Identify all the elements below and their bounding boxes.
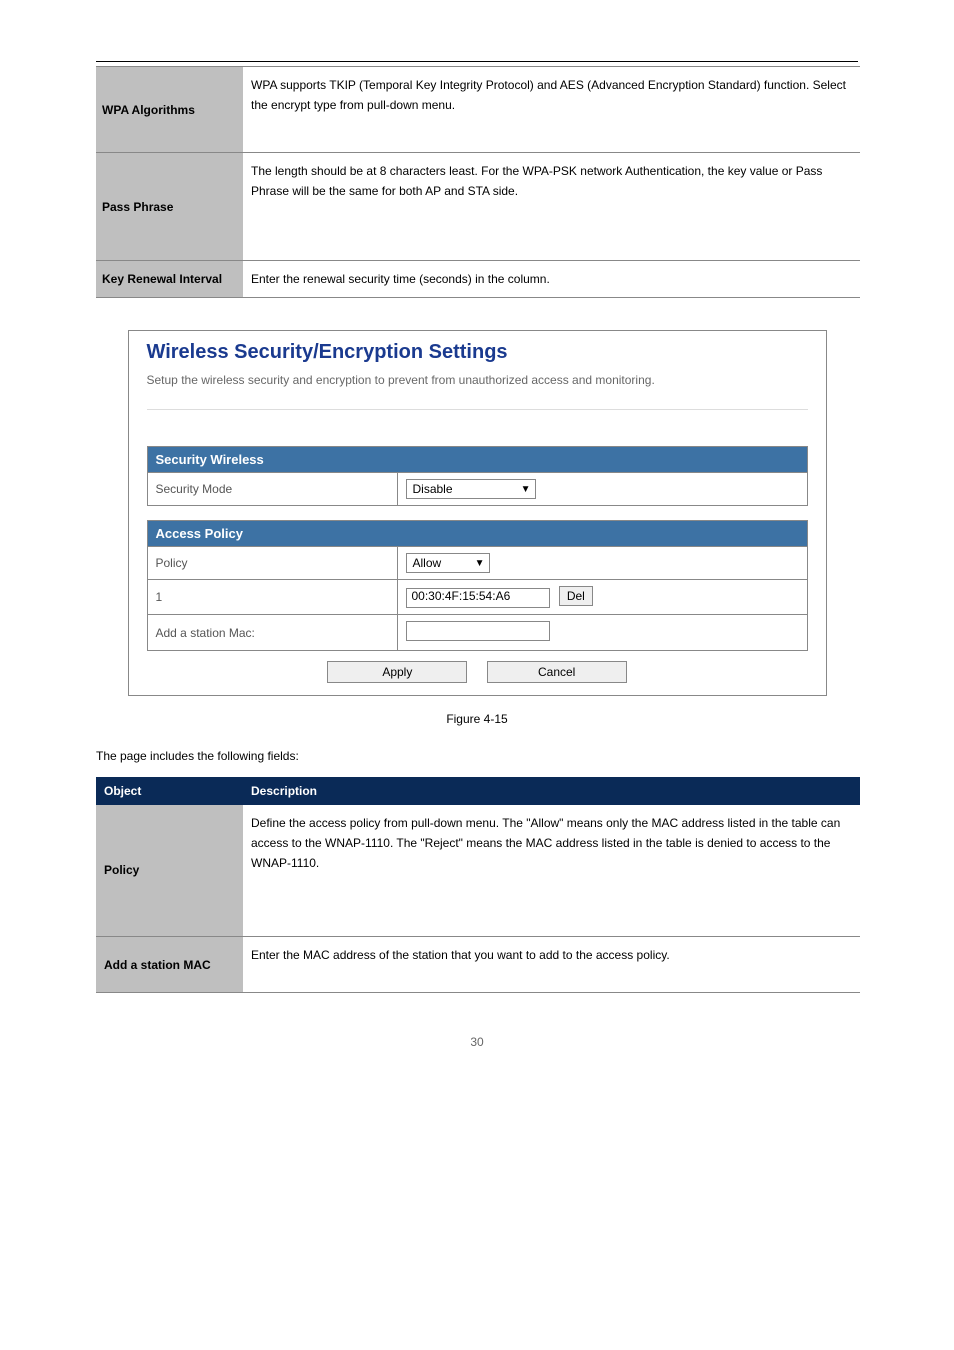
obj-row-policy: Policy Define the access policy from pul… [96,805,860,937]
settings-screenshot: Wireless Security/Encryption Settings Se… [128,330,827,696]
apply-button[interactable]: Apply [327,661,467,683]
desc-row-key-renewal: Key Renewal Interval Enter the renewal s… [96,261,860,298]
page-number: 30 [0,1035,954,1049]
row-security-mode: Security Mode Disable ▼ [147,473,807,506]
top-description-table: WPA Algorithms WPA supports TKIP (Tempor… [96,66,860,298]
row-policy: Policy Allow ▼ [147,547,807,580]
button-row: Apply Cancel [147,661,808,683]
obj-desc: Define the access policy from pull-down … [243,805,860,937]
select-value: Disable [413,482,453,496]
page-header [96,0,858,62]
add-mac-label: Add a station Mac: [147,615,397,651]
desc-label: WPA Algorithms [102,103,195,117]
obj-header-object: Object [96,777,243,805]
row-mac-entry: 1 00:30:4F:15:54:A6 Del [147,580,807,615]
settings-panel: Wireless Security/Encryption Settings Se… [128,330,827,696]
object-description-table: Object Description Policy Define the acc… [96,777,860,994]
row-add-mac: Add a station Mac: [147,615,807,651]
desc-label: Key Renewal Interval [102,272,222,286]
mac-index-label: 1 [147,580,397,615]
access-table: Policy Allow ▼ 1 00:30:4F:15:54:A6 Del A… [147,547,808,651]
security-table: Security Mode Disable ▼ [147,473,808,506]
figure-caption: Figure 4-15 [0,712,954,726]
delete-button[interactable]: Del [559,586,593,606]
chevron-down-icon: ▼ [521,484,531,495]
obj-table-header: Object Description [96,777,860,805]
policy-select[interactable]: Allow ▼ [406,553,490,573]
section-header-security: Security Wireless [147,446,808,473]
obj-label: Policy [96,805,243,937]
mac-address-value: 00:30:4F:15:54:A6 [406,588,550,608]
obj-label: Add a station MAC [96,937,243,993]
panel-title: Wireless Security/Encryption Settings [147,341,808,364]
cancel-button[interactable]: Cancel [487,661,627,683]
security-mode-select[interactable]: Disable ▼ [406,479,536,499]
desc-text: Enter the renewal security time (seconds… [251,269,852,289]
security-mode-label: Security Mode [147,473,397,506]
intro-line: The page includes the following fields: [96,746,858,766]
desc-row-pass-phrase: Pass Phrase The length should be at 8 ch… [96,153,860,261]
panel-subtitle: Setup the wireless security and encrypti… [147,372,808,410]
policy-label: Policy [147,547,397,580]
obj-desc: Enter the MAC address of the station tha… [243,937,860,993]
desc-text: WPA supports TKIP (Temporal Key Integrit… [251,75,852,116]
desc-text: The length should be at 8 characters lea… [251,161,852,202]
select-value: Allow [413,556,442,570]
desc-row-wpa-algorithms: WPA Algorithms WPA supports TKIP (Tempor… [96,67,860,153]
desc-label: Pass Phrase [102,200,173,214]
obj-header-description: Description [243,777,860,805]
obj-row-add-mac: Add a station MAC Enter the MAC address … [96,937,860,993]
chevron-down-icon: ▼ [475,558,485,569]
add-mac-input[interactable] [406,621,550,641]
spacer [147,506,808,520]
section-header-access: Access Policy [147,520,808,547]
